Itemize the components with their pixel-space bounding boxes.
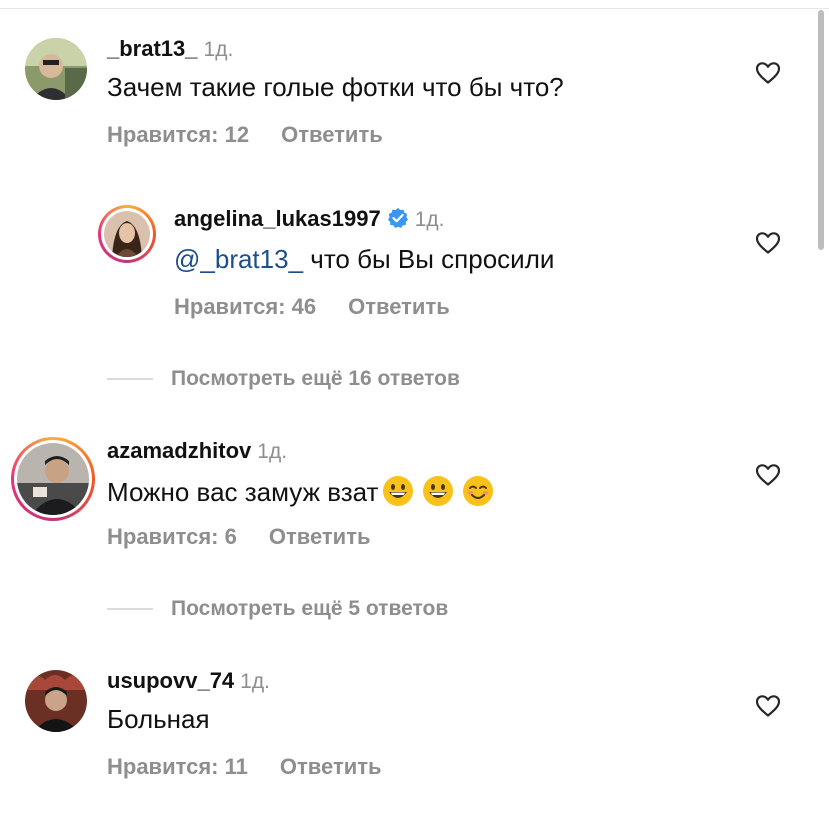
divider-line — [107, 608, 153, 610]
mention-link[interactable]: @_brat13_ — [174, 244, 303, 274]
scrollbar[interactable] — [818, 10, 824, 250]
heart-icon[interactable] — [755, 231, 781, 255]
view-more-replies-label: Посмотреть ещё 16 ответов — [171, 367, 460, 390]
avatar-azamadzhitov-story[interactable] — [11, 437, 95, 521]
username[interactable]: _brat13_ — [107, 36, 198, 61]
comment-text-body: что бы Вы спросили — [303, 244, 555, 274]
comment-text: Можно вас замуж взат — [107, 477, 379, 507]
comment-text: Зачем такие голые фотки что бы что? — [107, 72, 564, 102]
heart-icon[interactable] — [755, 694, 781, 718]
timestamp: 1д. — [203, 38, 234, 61]
top-divider — [0, 0, 829, 9]
likes-count[interactable]: Нравится: 12 — [107, 122, 249, 147]
smiling-face-icon — [463, 476, 494, 506]
likes-count[interactable]: Нравится: 46 — [174, 294, 316, 319]
divider-line — [107, 378, 153, 380]
grinning-face-icon — [423, 476, 454, 506]
timestamp: 1д. — [257, 440, 288, 463]
avatar-usupovv74[interactable] — [25, 670, 87, 732]
reply-button[interactable]: Ответить — [280, 754, 382, 779]
username[interactable]: usupovv_74 — [107, 668, 234, 693]
timestamp: 1д. — [240, 670, 270, 693]
view-more-replies-button[interactable]: Посмотреть ещё 5 ответов — [107, 594, 448, 624]
heart-icon[interactable] — [755, 463, 781, 487]
username[interactable]: azamadzhitov — [107, 438, 251, 463]
heart-icon[interactable] — [755, 61, 781, 85]
grinning-face-icon — [383, 476, 414, 506]
likes-count[interactable]: Нравится: 6 — [107, 524, 237, 549]
comment-text: @_brat13_ что бы Вы спросили — [174, 244, 554, 275]
verified-badge-icon — [387, 208, 408, 228]
avatar-angelina-story[interactable] — [98, 205, 156, 263]
view-more-replies-button[interactable]: Посмотреть ещё 16 ответов — [107, 364, 460, 394]
comment-text-row: Можно вас замуж взат — [107, 475, 494, 508]
timestamp: 1д. — [414, 208, 445, 231]
reply-button[interactable]: Ответить — [281, 122, 383, 147]
view-more-replies-label: Посмотреть ещё 5 ответов — [171, 597, 449, 620]
reply-button[interactable]: Ответить — [269, 524, 371, 549]
reply-button[interactable]: Ответить — [348, 294, 450, 319]
username[interactable]: angelina_lukas1997 — [174, 206, 381, 231]
avatar-brat13[interactable] — [25, 38, 87, 100]
comment-text: Больная — [107, 704, 210, 734]
likes-count[interactable]: Нравится: 11 — [107, 754, 248, 779]
